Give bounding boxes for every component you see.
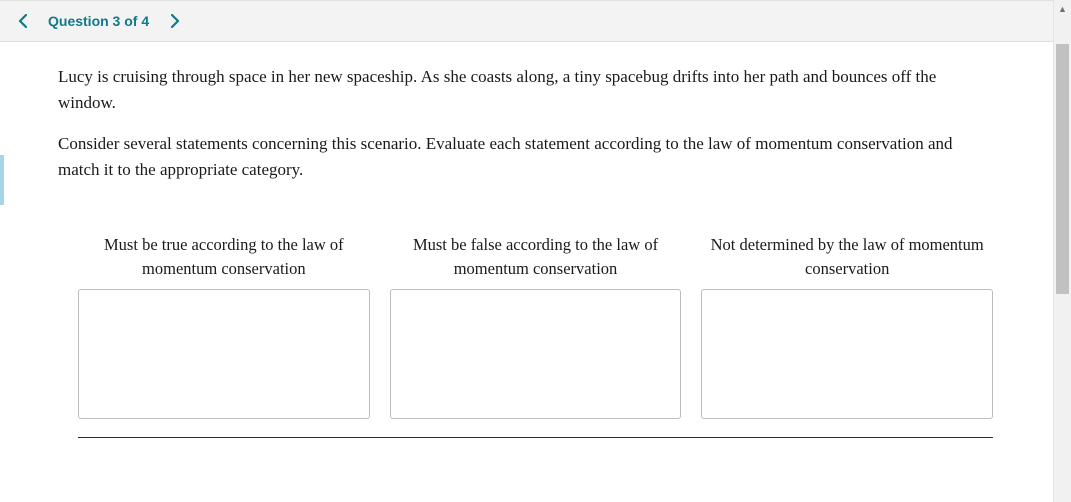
question-header-bar: Question 3 of 4 <box>0 0 1053 42</box>
category-label: Not determined by the law of momentum co… <box>701 233 993 283</box>
section-divider <box>78 437 993 438</box>
prev-question-button[interactable] <box>10 9 34 33</box>
scroll-up-arrow-icon[interactable]: ▲ <box>1054 0 1071 17</box>
page-wrap: Question 3 of 4 Lucy is cruising through… <box>0 0 1071 502</box>
vertical-scrollbar[interactable]: ▲ <box>1054 0 1071 502</box>
drop-zone-undetermined[interactable] <box>701 289 993 419</box>
category-label: Must be true according to the law of mom… <box>78 233 370 283</box>
main-column: Question 3 of 4 Lucy is cruising through… <box>0 0 1054 502</box>
chevron-left-icon <box>18 14 27 28</box>
chevron-right-icon <box>171 14 180 28</box>
category-false: Must be false according to the law of mo… <box>390 233 682 419</box>
category-undetermined: Not determined by the law of momentum co… <box>701 233 993 419</box>
question-card: Lucy is cruising through space in her ne… <box>48 64 1023 438</box>
category-true: Must be true according to the law of mom… <box>78 233 370 419</box>
drop-zone-true[interactable] <box>78 289 370 419</box>
category-label: Must be false according to the law of mo… <box>390 233 682 283</box>
prompt-paragraph-1: Lucy is cruising through space in her ne… <box>58 64 1013 117</box>
content-area: Lucy is cruising through space in her ne… <box>0 42 1053 502</box>
drop-zone-false[interactable] <box>390 289 682 419</box>
question-indicator: Question 3 of 4 <box>44 13 153 29</box>
scroll-thumb[interactable] <box>1056 44 1069 294</box>
category-row: Must be true according to the law of mom… <box>58 233 1013 419</box>
prompt-paragraph-2: Consider several statements concerning t… <box>58 131 1013 184</box>
left-edge-marker <box>0 155 4 205</box>
next-question-button[interactable] <box>163 9 187 33</box>
